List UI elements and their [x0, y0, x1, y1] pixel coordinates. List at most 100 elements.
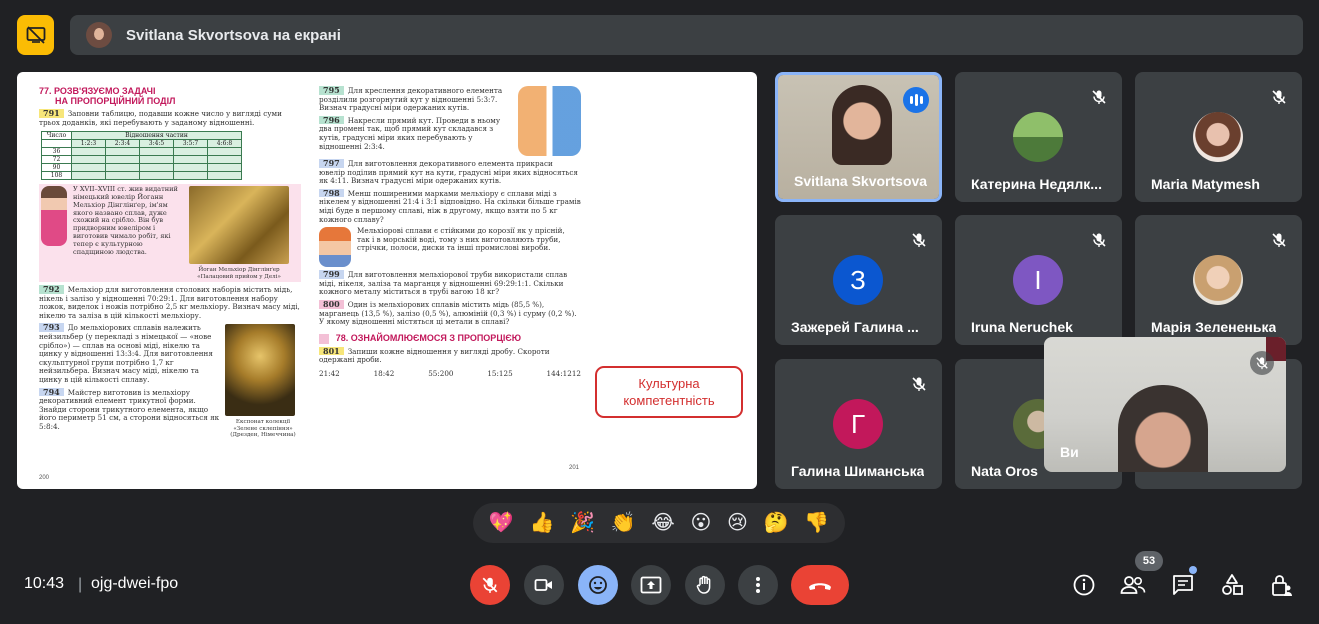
page-number-right: 201	[569, 465, 580, 471]
camera-toggle-button[interactable]	[524, 565, 564, 605]
participant-initial-avatar: Г	[833, 399, 883, 449]
leave-call-button[interactable]	[791, 565, 849, 605]
task-796: 796 Накресли прямий кут. Проведи в ньому …	[319, 114, 501, 151]
reaction-thinking[interactable]: 🤔	[764, 513, 789, 533]
page-number-left: 200	[39, 475, 50, 481]
present-off-icon	[26, 26, 45, 44]
self-view-tile[interactable]: Ви	[1044, 337, 1286, 472]
hand-icon	[696, 575, 711, 594]
chat-button[interactable]	[1169, 571, 1197, 599]
ratio-item: 21:42	[319, 368, 340, 378]
info-icon	[1073, 574, 1095, 596]
reaction-surprised[interactable]: 😮	[690, 513, 711, 533]
raise-hand-button[interactable]	[685, 565, 725, 605]
reaction-joy[interactable]: 😂	[651, 513, 674, 533]
participant-name: Nata Oros	[971, 463, 1038, 479]
presenter-label: Svitlana Skvortsova на екрані	[126, 26, 341, 44]
textbook-page-right: 795 Для креслення декоративного елемента …	[319, 86, 581, 481]
table-row: 36	[41, 147, 242, 157]
table-row: 90	[41, 163, 242, 173]
reactions-button[interactable]	[578, 565, 618, 605]
participant-name: Iruna Neruchek	[971, 319, 1073, 335]
participant-tile[interactable]: Svitlana Skvortsova	[775, 72, 942, 202]
smiley-icon	[589, 576, 607, 594]
table-header-cell: 1:2:3	[71, 139, 106, 149]
task-800: 800 Один із мельхіорових сплавів містить …	[319, 298, 577, 327]
present-screen-icon	[640, 576, 662, 594]
participant-video	[832, 85, 892, 165]
participant-tile[interactable]: Maria Matymesh	[1135, 72, 1302, 202]
video-camera-icon	[534, 579, 552, 591]
ratio-item: 55:200	[428, 368, 454, 378]
reaction-thumbs-up[interactable]: 👍	[529, 513, 554, 533]
participant-tile[interactable]: Марія Зелененька	[1135, 215, 1302, 345]
mic-off-icon	[906, 227, 932, 253]
section-77-title-2: НА ПРОПОРЦІЙНИЙ ПОДІЛ	[55, 96, 176, 106]
participant-tile[interactable]: Катерина Недялк...	[955, 72, 1122, 202]
boy-illustration	[319, 227, 351, 268]
table-header-cell: 2:3:4	[105, 139, 140, 149]
meeting-code: ojg-dwei-fpo	[91, 575, 179, 592]
people-icon	[1120, 576, 1146, 594]
mic-off-icon	[906, 371, 932, 397]
participant-name: Галина Шиманська	[791, 463, 925, 479]
note-text: Мельхіорові сплави є стійкими до корозії…	[357, 226, 565, 253]
host-controls-button[interactable]	[1268, 571, 1296, 599]
mic-off-icon	[1086, 227, 1112, 253]
ratio-list: 21:42 18:42 55:200 15:125 144:1212	[319, 368, 581, 379]
people-button[interactable]	[1119, 571, 1147, 599]
present-now-button[interactable]	[631, 565, 671, 605]
image-caption: Йоган Мельхіор Дінглінґер «Палацовий при…	[197, 267, 281, 280]
task-793: 793 До мельхіорових сплавів належить нейз…	[39, 322, 213, 384]
meeting-time: 10:43	[24, 575, 65, 592]
table-header-cell: Число	[41, 131, 72, 141]
more-vert-icon	[756, 577, 760, 593]
textbook-page-left: 77. РОЗВ'ЯЗУЄМО ЗАДАЧІ НА ПРОПОРЦІЙНИЙ П…	[39, 86, 301, 481]
participant-name: Зажерей Галина ...	[791, 319, 919, 335]
section-77-title-1: РОЗВ'ЯЗУЄМО ЗАДАЧІ	[54, 86, 156, 96]
story-box: У XVII–XVIII ст. жив видатний німецький …	[39, 184, 301, 282]
ratio-table: Число Відношення частин 1:2:3 2:3:4 3:4:…	[41, 131, 242, 181]
presenter-banner: Svitlana Skvortsova на екрані	[70, 15, 1303, 55]
participant-tile[interactable]: I Iruna Neruchek	[955, 215, 1122, 345]
task-797: 797 Для виготовлення декоративного елемен…	[319, 158, 578, 186]
table-header-cell: 3:5:7	[173, 139, 208, 149]
reaction-crying[interactable]: 😢	[727, 513, 748, 533]
reaction-party-popper[interactable]: 🎉	[570, 513, 595, 533]
table-caption: Відношення частин	[71, 131, 242, 141]
participant-avatar	[1013, 112, 1063, 162]
participant-tile[interactable]: З Зажерей Галина ...	[775, 215, 942, 345]
participant-name: Maria Matymesh	[1151, 176, 1260, 192]
participant-name: Марія Зелененька	[1151, 319, 1277, 335]
participant-name: Svitlana Skvortsova	[794, 173, 928, 189]
reaction-thumbs-down[interactable]: 👎	[804, 513, 829, 533]
task-801: 801 Запиши кожне відношення у вигляді дро…	[319, 345, 550, 365]
ratio-item: 144:1212	[546, 368, 581, 378]
meeting-details-button[interactable]	[1070, 571, 1098, 599]
task-792: 792 Мельхіор для виготовлення столових на…	[39, 284, 300, 320]
task-791: 791 Заповни таблицю, подавши кожне число …	[39, 108, 282, 127]
mic-off-icon	[1086, 84, 1112, 110]
participant-tile[interactable]: Г Галина Шиманська	[775, 359, 942, 489]
reaction-sparkling-heart[interactable]: 💖	[489, 513, 514, 533]
self-video	[1118, 385, 1208, 472]
story-text: У XVII–XVIII ст. жив видатний німецький …	[73, 185, 178, 256]
speaking-indicator-icon	[903, 87, 929, 113]
participant-initial-avatar: I	[1013, 255, 1063, 305]
task-798: 798 Менш поширеними марками мельхіору є с…	[319, 187, 581, 224]
shapes-icon	[1222, 574, 1243, 595]
mic-off-icon	[1250, 351, 1274, 375]
activities-button[interactable]	[1218, 571, 1246, 599]
ratio-item: 18:42	[373, 368, 395, 378]
girl-illustration	[41, 186, 67, 247]
section-77-number: 77.	[39, 86, 52, 96]
stop-presenting-button[interactable]	[17, 15, 54, 55]
more-options-button[interactable]	[738, 565, 778, 605]
kids-illustration	[517, 86, 581, 156]
mic-toggle-button[interactable]	[470, 565, 510, 605]
reaction-clap[interactable]: 👏	[611, 513, 636, 533]
participant-count-badge: 53	[1135, 551, 1163, 571]
lock-person-icon	[1272, 575, 1292, 596]
mic-off-icon	[1266, 84, 1292, 110]
participant-avatar	[1193, 255, 1243, 305]
